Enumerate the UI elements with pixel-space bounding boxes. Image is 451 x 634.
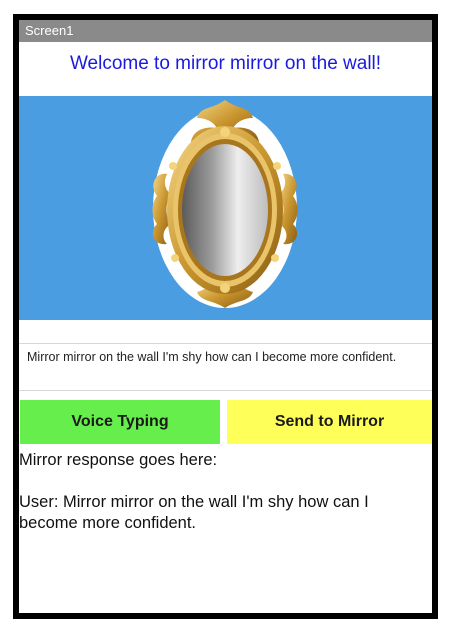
spacer [19,320,432,343]
mirror-image-panel [19,96,432,320]
screen-title: Screen1 [25,23,74,38]
app-screen: Screen1 Welcome to mirror mirror on the … [19,20,432,613]
welcome-heading: Welcome to mirror mirror on the wall! [69,53,382,74]
response-body: User: Mirror mirror on the wall I'm shy … [19,493,369,532]
voice-typing-button[interactable]: Voice Typing [20,400,220,444]
mirror-response-area: Mirror response goes here: User: Mirror … [19,450,432,534]
response-header: Mirror response goes here: [19,451,218,469]
send-to-mirror-button[interactable]: Send to Mirror [227,400,432,444]
message-input[interactable]: Mirror mirror on the wall I'm shy how ca… [19,343,432,391]
ornate-gold-mirror-icon [152,100,298,308]
screen-title-bar: Screen1 [19,20,432,42]
phone-frame: Screen1 Welcome to mirror mirror on the … [13,14,438,619]
button-row: Voice Typing Send to Mirror [19,400,432,444]
